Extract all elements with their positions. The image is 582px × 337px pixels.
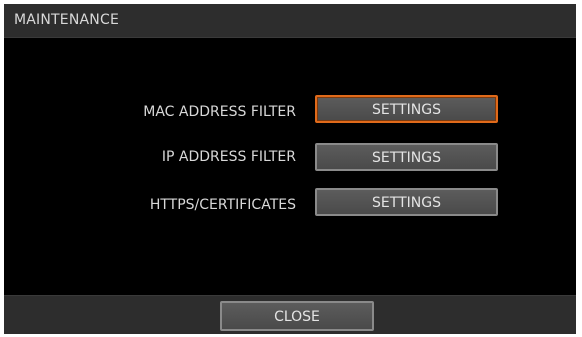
ip-address-filter-label: IP ADDRESS FILTER [161, 149, 296, 165]
ip-address-filter-settings-button[interactable]: SETTINGS [315, 143, 498, 171]
footer-bar: CLOSE [4, 295, 576, 334]
mac-address-filter-settings-button[interactable]: SETTINGS [315, 95, 498, 123]
mac-address-filter-label: MAC ADDRESS FILTER [143, 104, 296, 120]
title-bar: MAINTENANCE [4, 4, 576, 38]
maintenance-dialog: MAINTENANCE MAC ADDRESS FILTER SETTINGS … [4, 4, 576, 334]
https-certificates-settings-button[interactable]: SETTINGS [315, 188, 498, 216]
close-button[interactable]: CLOSE [220, 301, 374, 331]
https-certificates-label: HTTPS/CERTIFICATES [149, 197, 296, 213]
dialog-title: MAINTENANCE [14, 12, 119, 28]
